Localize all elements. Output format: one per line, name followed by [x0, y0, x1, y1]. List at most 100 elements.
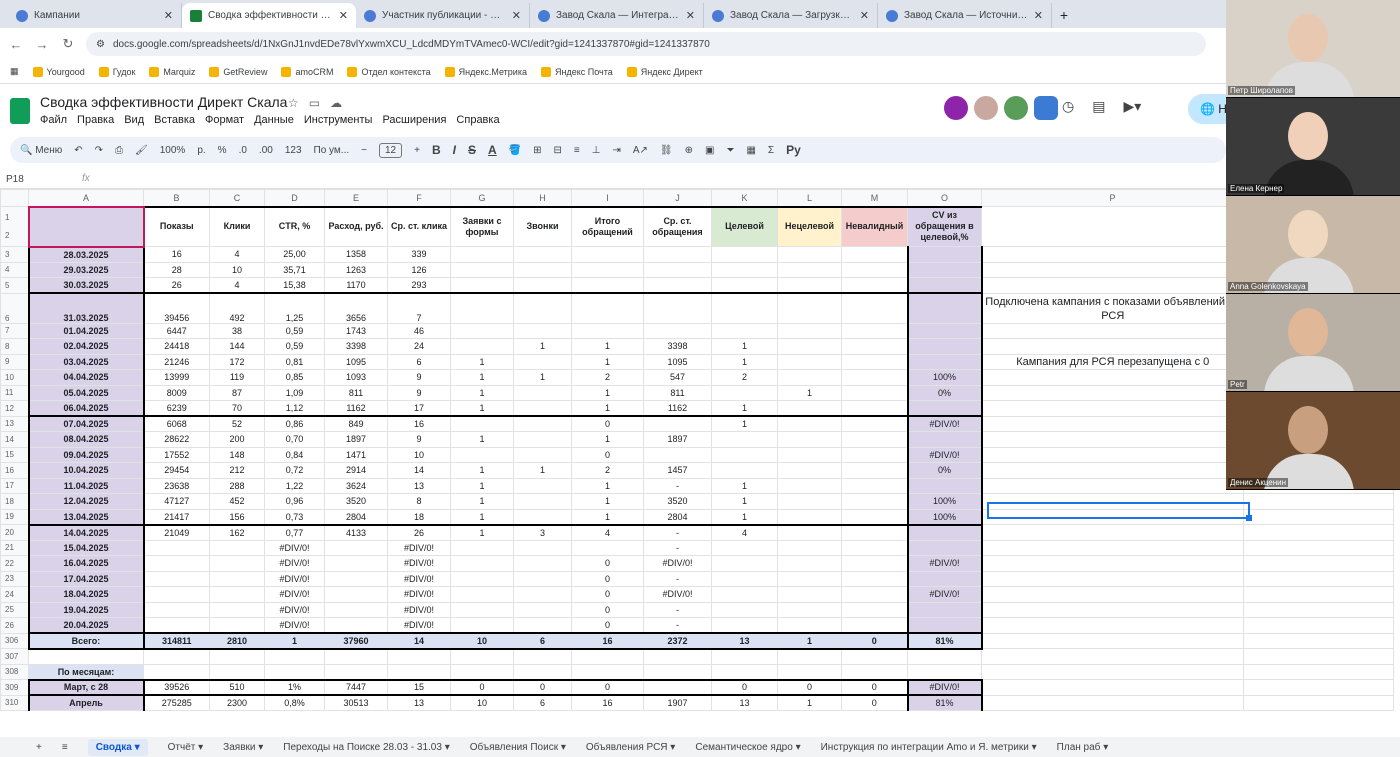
data-cell[interactable]: 1907 [643, 694, 712, 711]
menu-item[interactable]: Данные [254, 114, 294, 126]
data-cell[interactable]: 16 [387, 415, 451, 432]
note-cell[interactable] [981, 524, 1244, 541]
data-cell[interactable] [711, 601, 778, 618]
empty-cell[interactable] [209, 663, 265, 680]
data-cell[interactable] [777, 246, 842, 263]
row-number[interactable]: 21 [0, 539, 29, 556]
data-cell[interactable] [777, 601, 842, 618]
data-table[interactable]: A B C D E F G H I J K L M O P 1 2 Показы Клики CTR, % Расход… [0, 189, 1394, 711]
data-cell[interactable] [777, 353, 842, 370]
data-cell[interactable] [450, 246, 514, 263]
data-cell[interactable]: 30513 [324, 694, 388, 711]
avatar[interactable] [1004, 96, 1028, 120]
data-cell[interactable] [841, 431, 908, 448]
data-cell[interactable] [513, 586, 572, 603]
data-cell[interactable] [513, 415, 572, 432]
data-cell[interactable]: 4 [209, 246, 265, 263]
close-icon[interactable]: ✕ [860, 9, 869, 22]
strikethrough-button[interactable]: S [468, 143, 476, 157]
empty-cell[interactable] [264, 663, 325, 680]
column-header[interactable]: D [264, 189, 325, 207]
data-cell[interactable]: 1 [571, 384, 644, 401]
data-cell[interactable]: 1 [513, 462, 572, 479]
data-cell[interactable]: 1 [711, 477, 778, 494]
column-header[interactable]: F [387, 189, 451, 207]
data-cell[interactable]: 21049 [143, 523, 210, 541]
date-cell[interactable]: 28.03.2025 [27, 246, 145, 263]
data-cell[interactable]: 16 [143, 246, 210, 263]
empty-cell[interactable] [143, 663, 210, 680]
data-cell[interactable]: 1 [571, 477, 644, 494]
cloud-status-icon[interactable]: ☁ [330, 96, 342, 110]
increase-decimal-button[interactable]: .00 [259, 145, 273, 156]
data-cell[interactable]: 0 [450, 678, 514, 696]
data-cell[interactable] [711, 277, 778, 294]
date-cell[interactable]: 05.04.2025 [27, 384, 145, 401]
header-cell[interactable]: Ср. ст. клика [387, 205, 451, 247]
empty-cell[interactable] [571, 648, 644, 665]
data-cell[interactable] [450, 555, 514, 572]
italic-button[interactable]: I [453, 143, 456, 157]
bookmark-item[interactable]: Отдел контекста [347, 66, 431, 77]
date-cell[interactable]: 12.04.2025 [27, 493, 145, 510]
data-cell[interactable]: 39456 [143, 292, 210, 324]
data-cell[interactable]: 547 [643, 369, 712, 386]
video-call-icon[interactable]: ▶▾ [1123, 98, 1141, 115]
empty-cell[interactable] [841, 663, 908, 680]
data-cell[interactable] [450, 570, 514, 587]
history-icon[interactable]: ◷ [1062, 98, 1074, 115]
row-number[interactable]: 13 [0, 415, 29, 432]
data-cell[interactable] [841, 322, 908, 339]
note-cell[interactable] [981, 384, 1244, 401]
data-cell[interactable]: 4133 [324, 523, 388, 541]
data-cell[interactable]: 1 [571, 508, 644, 525]
data-cell[interactable]: 14 [387, 632, 451, 650]
data-cell[interactable]: 2804 [324, 508, 388, 525]
data-cell[interactable]: 37960 [324, 632, 388, 650]
data-cell[interactable] [450, 338, 514, 355]
data-cell[interactable] [513, 617, 572, 634]
star-icon[interactable]: ☆ [288, 96, 299, 110]
menu-item[interactable]: Вставка [154, 114, 195, 126]
note-cell[interactable] [981, 369, 1244, 386]
data-cell[interactable]: 9 [387, 384, 451, 401]
currency-format-button[interactable]: р. [197, 145, 205, 156]
empty-cell[interactable] [643, 648, 712, 665]
data-cell[interactable]: #DIV/0! [906, 586, 983, 603]
sheet-tab[interactable]: Переходы на Поиске 28.03 - 31.03 ▾ [283, 742, 449, 753]
data-cell[interactable] [906, 539, 983, 556]
date-cell[interactable]: 30.03.2025 [27, 277, 145, 294]
data-cell[interactable]: 7 [387, 292, 451, 324]
data-cell[interactable]: 1 [711, 400, 778, 417]
empty-cell[interactable] [28, 648, 144, 665]
name-box[interactable]: P18 [6, 174, 24, 185]
bookmark-item[interactable]: Yourgood [32, 66, 85, 77]
data-cell[interactable]: #DIV/0! [906, 555, 983, 572]
data-cell[interactable]: 4 [711, 523, 778, 541]
data-cell[interactable]: 1 [571, 353, 644, 370]
data-cell[interactable] [906, 601, 983, 618]
data-cell[interactable]: #DIV/0! [906, 446, 983, 463]
data-cell[interactable]: 9 [387, 431, 451, 448]
data-cell[interactable]: 162 [209, 523, 265, 541]
url-field[interactable]: ⚙ docs.google.com/spreadsheets/d/1NxGnJ1n… [86, 32, 1206, 56]
bookmark-item[interactable]: Яндекс.Метрика [444, 66, 527, 77]
participant-tile[interactable]: Anna Golenkovskaya [1226, 196, 1400, 294]
row-number[interactable]: 5 [0, 277, 29, 294]
data-cell[interactable]: 52 [209, 415, 265, 432]
date-cell[interactable]: 08.04.2025 [27, 431, 145, 448]
data-cell[interactable]: - [643, 539, 712, 556]
data-cell[interactable]: 87 [209, 384, 265, 401]
data-cell[interactable]: 1 [513, 338, 572, 355]
data-cell[interactable]: - [643, 570, 712, 587]
data-cell[interactable]: #DIV/0! [264, 586, 325, 603]
column-header[interactable]: G [450, 189, 514, 207]
empty-cell[interactable] [324, 648, 388, 665]
empty-cell[interactable] [387, 648, 451, 665]
data-cell[interactable]: 0,77 [264, 523, 325, 541]
data-cell[interactable]: 23638 [143, 477, 210, 494]
row-number[interactable]: 10 [0, 369, 29, 386]
data-cell[interactable]: #DIV/0! [643, 555, 712, 572]
header-cell[interactable]: CV из обращения в целевой,% [907, 205, 982, 247]
data-cell[interactable]: 3520 [643, 493, 712, 510]
